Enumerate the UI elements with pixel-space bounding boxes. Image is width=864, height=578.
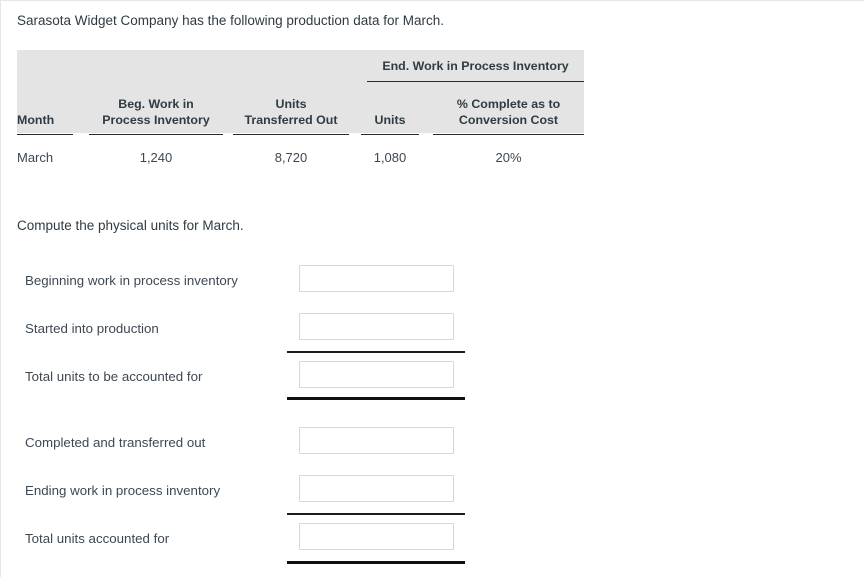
- label-ending-wip: Ending work in process inventory: [25, 483, 221, 498]
- answer-form: Beginning work in process inventory Star…: [1, 1, 864, 578]
- rule-below-total-units-accounted-for: [287, 561, 465, 564]
- exercise-page: Sarasota Widget Company has the followin…: [0, 0, 864, 577]
- input-total-units-to-be-accounted-for[interactable]: [299, 361, 454, 388]
- input-ending-wip[interactable]: [299, 475, 454, 502]
- input-completed-and-transferred-out[interactable]: [299, 427, 454, 454]
- label-started-into-production: Started into production: [25, 321, 159, 336]
- rule-below-total-units-to-be-accounted-for: [287, 397, 465, 400]
- input-beginning-wip[interactable]: [299, 265, 454, 292]
- label-completed-and-transferred-out: Completed and transferred out: [25, 435, 206, 450]
- label-total-units-accounted-for: Total units accounted for: [25, 531, 170, 546]
- label-beginning-wip: Beginning work in process inventory: [25, 273, 238, 288]
- label-total-units-to-be-accounted-for: Total units to be accounted for: [25, 369, 203, 384]
- rule-above-total-units-to-be-accounted-for: [287, 351, 465, 353]
- input-total-units-accounted-for[interactable]: [299, 523, 454, 550]
- rule-above-total-units-accounted-for: [287, 513, 465, 515]
- input-started-into-production[interactable]: [299, 313, 454, 340]
